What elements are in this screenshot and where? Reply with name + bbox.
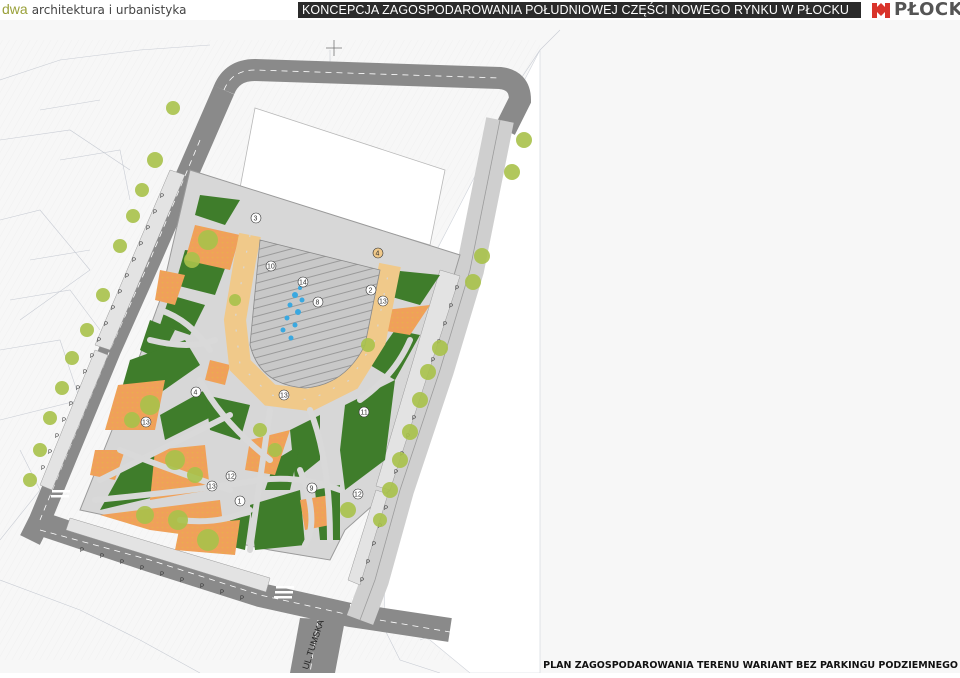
svg-text:13: 13 <box>208 484 216 491</box>
svg-text:P: P <box>62 418 66 424</box>
zone-marker: 11 <box>358 406 370 418</box>
svg-text:10: 10 <box>267 264 275 271</box>
svg-text:2: 2 <box>369 288 373 295</box>
zone-marker: 10 <box>265 260 277 272</box>
svg-text:P: P <box>100 554 104 560</box>
svg-text:P: P <box>200 584 204 590</box>
zone-marker: 12 <box>352 488 364 500</box>
plock-crown-icon <box>872 3 890 18</box>
svg-text:P: P <box>132 258 136 264</box>
svg-text:P: P <box>90 354 94 360</box>
zone-marker: 12 <box>225 470 237 482</box>
svg-text:1: 1 <box>238 499 242 506</box>
page-title: KONCEPCJA ZAGOSPODAROWANIA POŁUDNIOWEJ C… <box>302 3 850 17</box>
zone-marker: 13 <box>140 416 152 428</box>
svg-text:P: P <box>48 450 52 456</box>
svg-text:P: P <box>220 590 224 596</box>
plock-logo: PŁOCK <box>870 0 960 20</box>
svg-text:P: P <box>160 194 164 200</box>
svg-text:P: P <box>140 566 144 572</box>
svg-text:P: P <box>431 358 435 364</box>
svg-text:4: 4 <box>194 390 198 397</box>
svg-text:P: P <box>69 402 73 408</box>
zone-marker: 13 <box>377 295 389 307</box>
brand-dwa: dwa <box>2 1 28 17</box>
svg-text:P: P <box>412 416 416 422</box>
svg-text:P: P <box>384 506 388 512</box>
svg-text:P: P <box>443 322 447 328</box>
svg-text:13: 13 <box>280 393 288 400</box>
svg-text:4: 4 <box>376 251 380 258</box>
zone-marker: 4 <box>190 386 202 398</box>
zone-marker: 13 <box>206 480 218 492</box>
svg-text:P: P <box>120 560 124 566</box>
svg-text:3: 3 <box>254 216 258 223</box>
zone-marker: 9 <box>306 482 318 494</box>
svg-text:P: P <box>83 370 87 376</box>
svg-text:12: 12 <box>227 474 235 481</box>
svg-text:12: 12 <box>354 492 362 499</box>
svg-text:P: P <box>76 386 80 392</box>
svg-text:P: P <box>180 578 184 584</box>
zone-marker: 2 <box>365 284 377 296</box>
svg-text:P: P <box>111 306 115 312</box>
brand: dwa architektura i urbanistyka <box>2 1 186 18</box>
svg-text:P: P <box>449 304 453 310</box>
zone-marker: 8 <box>312 296 324 308</box>
svg-text:P: P <box>125 274 129 280</box>
svg-text:P: P <box>360 578 364 584</box>
svg-text:P: P <box>366 560 370 566</box>
brand-subtitle: architektura i urbanistyka <box>31 3 187 17</box>
logo-text: PŁOCK <box>894 0 960 20</box>
svg-text:P: P <box>455 286 459 292</box>
svg-text:P: P <box>41 466 45 472</box>
svg-text:13: 13 <box>379 299 387 306</box>
svg-text:11: 11 <box>361 410 368 417</box>
zone-marker: 3 <box>250 212 262 224</box>
svg-text:P: P <box>104 322 108 328</box>
svg-text:P: P <box>118 290 122 296</box>
svg-text:P: P <box>160 572 164 578</box>
zone-marker: 4 <box>372 247 384 259</box>
site-plan: PPPP PPPP PPPP PPPP PP PPPP PPPP P PPPP … <box>0 20 960 674</box>
svg-text:14: 14 <box>299 280 307 287</box>
plan-caption: PLAN ZAGOSPODAROWANIA TERENU WARIANT BEZ… <box>543 660 958 671</box>
svg-text:13: 13 <box>142 420 150 427</box>
site-plan-drawing: PPPP PPPP PPPP PPPP PP PPPP PPPP P PPP P … <box>0 20 960 674</box>
title-bar: KONCEPCJA ZAGOSPODAROWANIA POŁUDNIOWEJ C… <box>298 2 861 18</box>
svg-text:P: P <box>153 210 157 216</box>
svg-text:P: P <box>55 434 59 440</box>
svg-text:P: P <box>372 542 376 548</box>
zone-marker: 13 <box>278 389 290 401</box>
svg-text:8: 8 <box>316 300 320 307</box>
svg-text:P: P <box>394 470 398 476</box>
svg-text:P: P <box>240 596 244 602</box>
svg-text:P: P <box>146 226 150 232</box>
svg-text:P: P <box>139 242 143 248</box>
svg-text:P: P <box>97 338 101 344</box>
svg-text:P: P <box>80 548 84 554</box>
header: dwa architektura i urbanistyka KONCEPCJA … <box>0 0 960 20</box>
svg-text:9: 9 <box>310 486 314 493</box>
zone-marker: 14 <box>297 276 309 288</box>
zone-marker: 1 <box>234 495 246 507</box>
